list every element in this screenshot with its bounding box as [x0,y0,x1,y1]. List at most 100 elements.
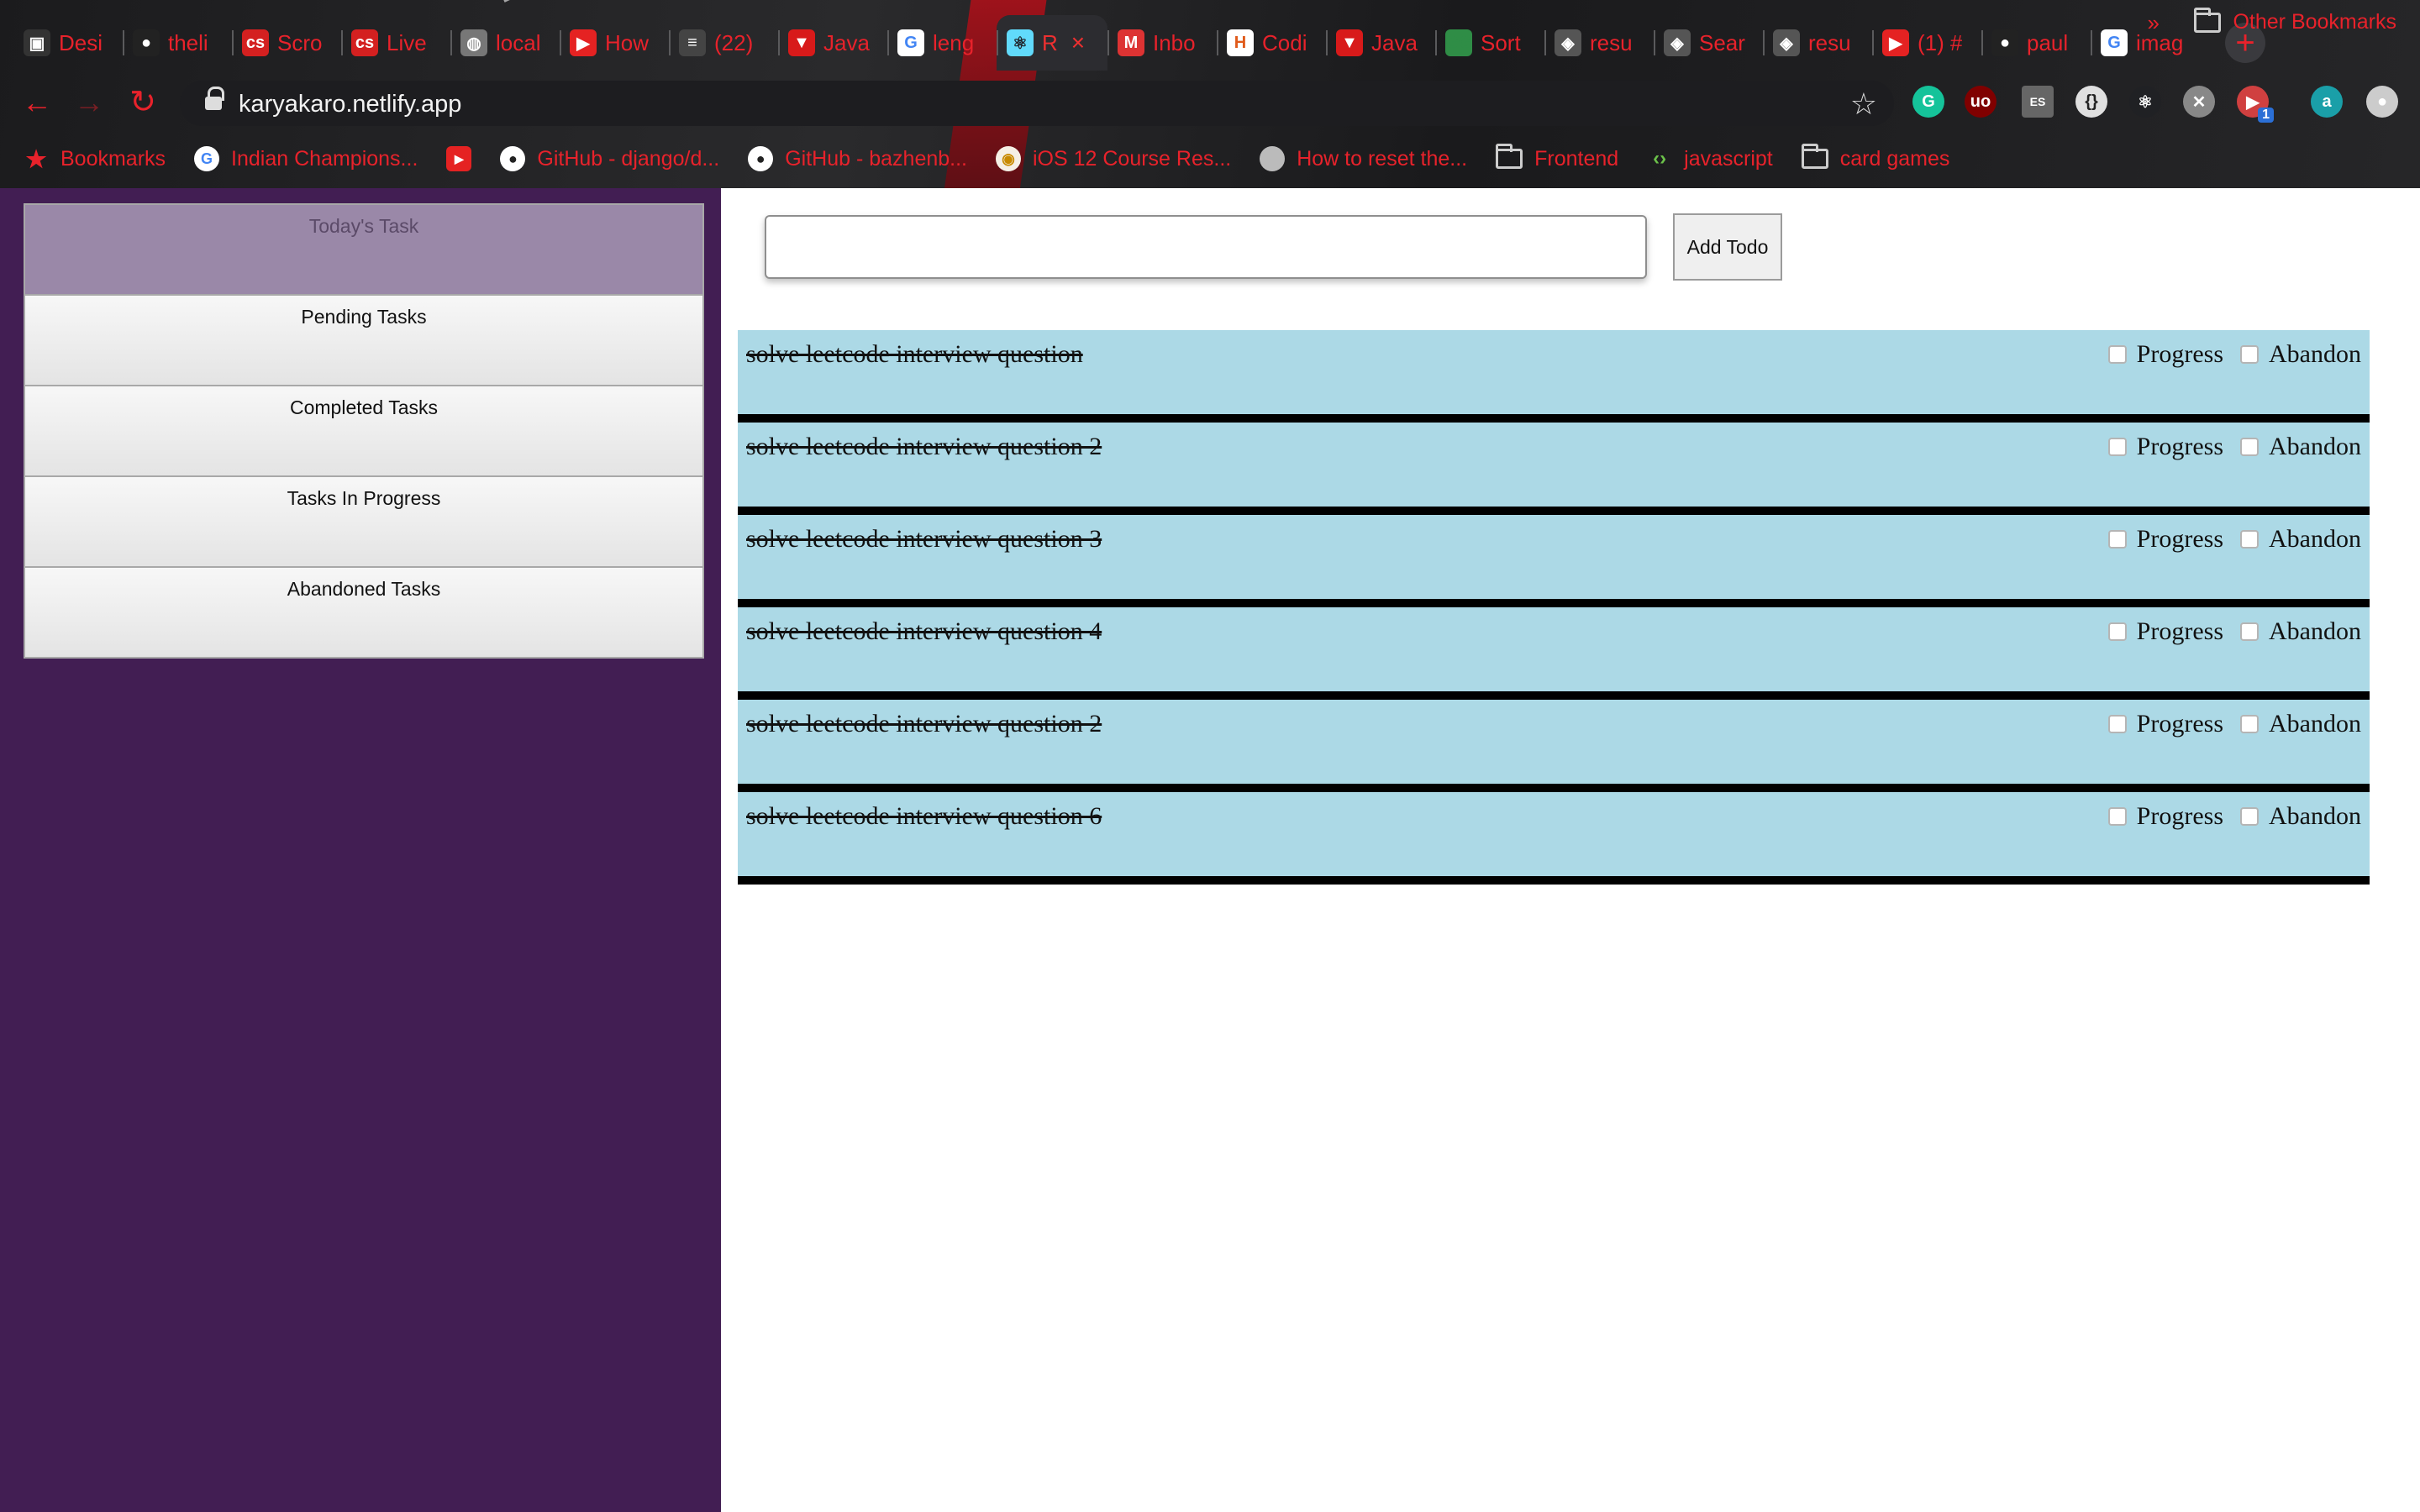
vivaldi-icon: ▼ [1336,29,1363,56]
browser-tab[interactable]: ◈ Sear [1654,15,1763,71]
browser-tab[interactable]: H Codi [1217,15,1326,71]
browser-tab[interactable]: ▶ How [560,15,669,71]
bookmarks-overflow-chevron-icon[interactable]: » [2148,10,2160,36]
tab-title: local [496,29,541,55]
browser-tab[interactable]: ▶ (1) # [1872,15,1981,71]
browser-tab[interactable]: GG Sort [1435,15,1544,71]
abandon-checkbox[interactable] [2240,530,2260,549]
react-devtools-icon[interactable]: ⚛ [2129,86,2161,118]
progress-label: Progress [2136,340,2224,368]
more-icon[interactable]: ● [2366,86,2398,118]
bookmark-item[interactable]: ‹› javascript [1647,146,1773,171]
bookmark-label: iOS 12 Course Res... [1033,146,1232,171]
sidebar-item-pending-tasks[interactable]: Pending Tasks [24,294,704,386]
address-bar[interactable]: karyakaro.netlify.app ☆ [180,81,1894,126]
back-arrow-icon[interactable]: ← [18,84,55,121]
bookmark-label: Bookmarks [60,146,166,171]
tab-title: How [605,29,650,55]
abandon-checkbox[interactable] [2240,622,2260,641]
github-icon: ● [1991,29,2018,56]
browser-tab[interactable]: ◍ local [450,15,560,71]
codesandbox-icon: cs [242,29,269,56]
bookmark-item[interactable]: ● GitHub - bazhenb... [748,146,967,171]
progress-checkbox[interactable] [2107,345,2127,364]
abandon-label: Abandon [2269,340,2361,368]
abandon-checkbox[interactable] [2240,438,2260,456]
bookmark-item[interactable]: Frontend [1496,144,1618,171]
bookmark-item[interactable]: G Indian Champions... [194,146,418,171]
browser-tab[interactable]: ● theli [123,15,232,71]
abandon-label: Abandon [2269,710,2361,738]
abandon-label: Abandon [2269,617,2361,645]
bookmark-star-icon[interactable]: ☆ [1850,87,1877,122]
abandon-checkbox[interactable] [2240,345,2260,364]
progress-checkbox[interactable] [2107,438,2127,456]
todo-controls: Progress Abandon [2091,617,2361,646]
browser-tab[interactable]: ● paul [1981,15,2091,71]
app-page: Today's Task Pending Tasks Completed Tasks… [0,188,2420,1512]
apple-icon [1260,146,1286,171]
ios-course-icon: ◉ [996,146,1021,171]
progress-label: Progress [2136,433,2224,460]
vivaldi-icon: ▼ [788,29,815,56]
browser-tab[interactable]: ◈ resu [1763,15,1872,71]
close-ext-icon[interactable]: ✕ [2183,86,2215,118]
tab-title: Java [823,29,870,55]
sidebar-item-today-s-task[interactable]: Today's Task [24,203,704,296]
browser-tab[interactable]: Gleng [887,15,997,71]
bookmark-item[interactable]: ★ Bookmarks [24,146,166,172]
json-icon[interactable]: {} [2075,86,2107,118]
progress-checkbox[interactable] [2107,807,2127,826]
youtube-icon: ▶ [570,29,597,56]
stackoverflow-icon: ≡ [679,29,706,56]
browser-tab[interactable]: ⚛ R × [997,15,1107,71]
sidebar-item-completed-tasks[interactable]: Completed Tasks [24,385,704,477]
other-bookmarks[interactable]: Other Bookmarks [2194,7,2396,34]
sidebar-item-tasks-in-progress[interactable]: Tasks In Progress [24,475,704,568]
codesandbox-icon: cs [351,29,378,56]
progress-checkbox[interactable] [2107,715,2127,733]
es-icon[interactable]: ES [2022,86,2054,118]
abandon-label: Abandon [2269,525,2361,553]
folder-icon [1801,144,1828,169]
todo-item: solve leetcode interview question Progres… [738,330,2370,423]
geeksforgeeks-icon: GG [1445,29,1472,56]
bookmark-item[interactable]: ◉ iOS 12 Course Res... [996,146,1231,171]
browser-tab[interactable]: ▼ Java [1326,15,1435,71]
sidebar-item-abandoned-tasks[interactable]: Abandoned Tasks [24,566,704,659]
progress-checkbox[interactable] [2107,622,2127,641]
screen-capture-icon[interactable]: ▶ 1 [2237,86,2274,123]
bookmark-item[interactable]: card games [1801,144,1949,171]
grammarly-icon[interactable]: G [1912,86,1944,118]
tab-title: Sear [1699,29,1745,55]
browser-tab[interactable]: cs Live [341,15,450,71]
browser-tab[interactable]: Gimag [2091,15,2200,71]
browser-tab[interactable]: M Inbo [1107,15,1217,71]
bookmark-item[interactable]: ● GitHub - django/d... [500,146,719,171]
progress-checkbox[interactable] [2107,530,2127,549]
todo-input-wrapper [765,215,1647,279]
profile-avatar-icon[interactable]: a [2311,86,2343,118]
browser-tab[interactable]: ◈ resu [1544,15,1654,71]
github-icon: ● [500,146,526,171]
bookmark-item[interactable]: ▶ [446,146,472,171]
browser-tab[interactable]: ▣ Desi [13,15,123,71]
progress-label: Progress [2136,617,2224,645]
forward-arrow-icon[interactable]: → [71,84,108,121]
bookmark-item[interactable]: How to reset the... [1260,146,1467,171]
github-icon: ● [748,146,774,171]
tab-title: paul [2027,29,2069,55]
abandon-checkbox[interactable] [2240,715,2260,733]
close-tab-icon[interactable]: × [1071,29,1085,56]
tab-title: (22) [714,29,754,55]
abandon-checkbox[interactable] [2240,807,2260,826]
ublock-icon[interactable]: uo [1965,86,1996,118]
todo-input[interactable] [766,217,1645,277]
browser-tab[interactable]: ≡ (22) [669,15,778,71]
task-menu: Today's Task Pending Tasks Completed Tasks… [24,203,704,659]
browser-tab[interactable]: ▼ Java [778,15,887,71]
add-todo-button[interactable]: Add Todo [1673,213,1782,281]
browser-tab[interactable]: cs Scro [232,15,341,71]
reload-icon[interactable]: ↻ [124,84,161,121]
tab-title: Scro [277,29,323,55]
